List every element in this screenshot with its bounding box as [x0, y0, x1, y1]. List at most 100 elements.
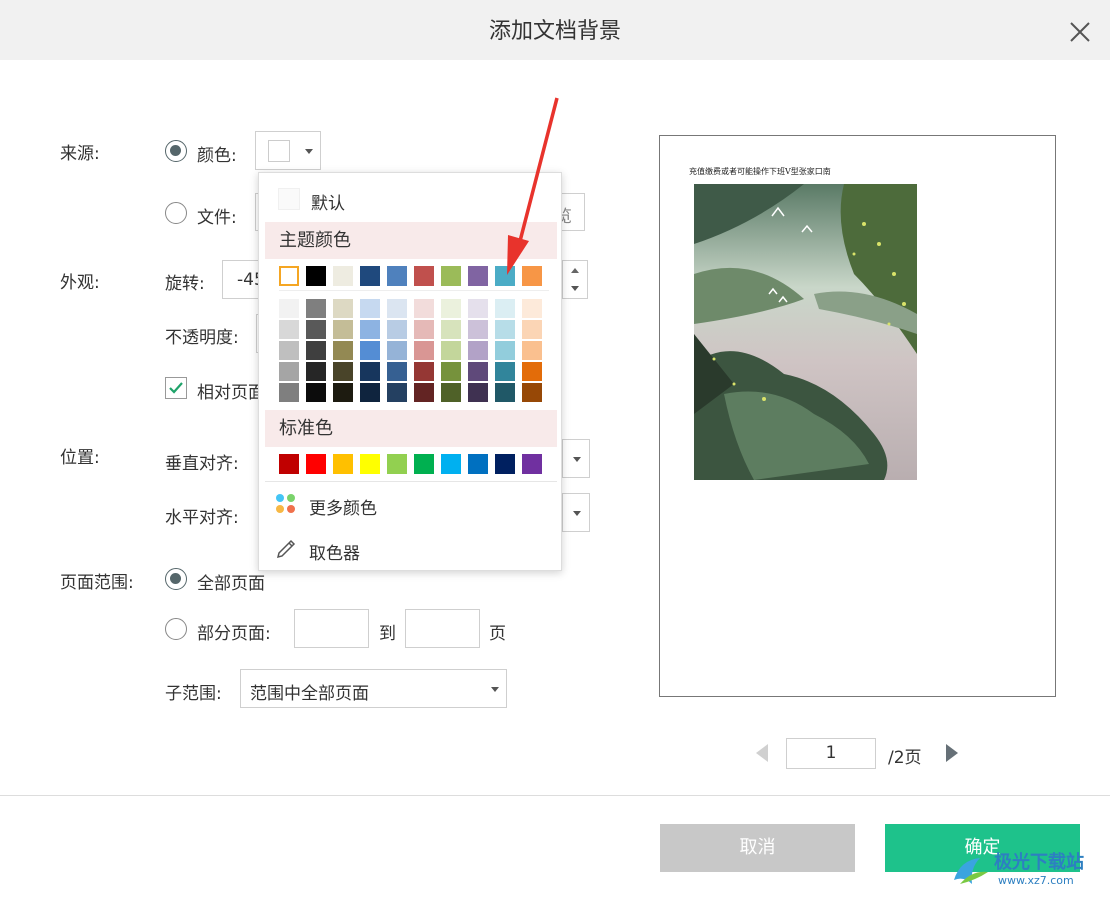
- tint-color-swatch[interactable]: [360, 320, 380, 339]
- tint-color-swatch[interactable]: [441, 320, 461, 339]
- theme-color-swatch[interactable]: [279, 266, 299, 286]
- prev-page-icon[interactable]: [756, 744, 768, 762]
- tint-color-swatch[interactable]: [495, 320, 515, 339]
- theme-color-swatch[interactable]: [414, 266, 434, 286]
- page-from-input[interactable]: [294, 609, 369, 648]
- tint-color-swatch[interactable]: [522, 362, 542, 381]
- tint-color-swatch[interactable]: [495, 383, 515, 402]
- tint-color-swatch[interactable]: [306, 341, 326, 360]
- tint-color-swatch[interactable]: [522, 341, 542, 360]
- standard-color-swatch[interactable]: [522, 454, 542, 474]
- tint-color-swatch[interactable]: [387, 383, 407, 402]
- watermark-logo: 极光下载站 www.xz7.com: [950, 846, 1110, 896]
- tint-color-swatch[interactable]: [414, 320, 434, 339]
- tint-color-swatch[interactable]: [495, 362, 515, 381]
- to-label: 到: [379, 624, 396, 644]
- tint-color-swatch[interactable]: [495, 341, 515, 360]
- rotate-input[interactable]: -45: [222, 260, 262, 299]
- eyedropper-item[interactable]: 取色器: [309, 539, 360, 564]
- tint-color-swatch[interactable]: [414, 383, 434, 402]
- tint-color-swatch[interactable]: [306, 383, 326, 402]
- page-number-input[interactable]: 1: [786, 738, 876, 769]
- tint-color-swatch[interactable]: [360, 362, 380, 381]
- standard-color-swatch[interactable]: [333, 454, 353, 474]
- tint-color-swatch[interactable]: [414, 341, 434, 360]
- tint-color-swatch[interactable]: [441, 362, 461, 381]
- tint-color-swatch[interactable]: [468, 320, 488, 339]
- tint-color-swatch[interactable]: [387, 341, 407, 360]
- dialog-title: 添加文档背景: [488, 19, 621, 44]
- tint-color-swatch[interactable]: [279, 383, 299, 402]
- color-radio[interactable]: [165, 140, 187, 162]
- rotate-stepper[interactable]: [562, 260, 588, 299]
- theme-color-swatch[interactable]: [468, 266, 488, 286]
- standard-color-swatch[interactable]: [468, 454, 488, 474]
- relative-page-checkbox[interactable]: [165, 377, 187, 399]
- subrange-dropdown[interactable]: 范围中全部页面: [240, 669, 507, 708]
- tint-color-swatch[interactable]: [441, 341, 461, 360]
- more-colors-item[interactable]: 更多颜色: [309, 494, 377, 519]
- theme-color-swatch[interactable]: [306, 266, 326, 286]
- tint-color-swatch[interactable]: [279, 341, 299, 360]
- tint-color-swatch[interactable]: [387, 320, 407, 339]
- tint-color-swatch[interactable]: [279, 320, 299, 339]
- tint-color-swatch[interactable]: [468, 383, 488, 402]
- tint-color-swatch[interactable]: [306, 320, 326, 339]
- standard-color-swatch[interactable]: [306, 454, 326, 474]
- page-to-input[interactable]: [405, 609, 480, 648]
- close-icon[interactable]: [1062, 14, 1098, 50]
- standard-color-swatch[interactable]: [414, 454, 434, 474]
- tint-color-swatch[interactable]: [468, 299, 488, 318]
- all-pages-label: 全部页面: [197, 574, 265, 594]
- tint-color-swatch[interactable]: [279, 362, 299, 381]
- tint-color-swatch[interactable]: [333, 383, 353, 402]
- tint-color-swatch[interactable]: [387, 362, 407, 381]
- tint-color-swatch[interactable]: [360, 299, 380, 318]
- tint-color-swatch[interactable]: [495, 299, 515, 318]
- tint-color-swatch[interactable]: [468, 362, 488, 381]
- all-pages-radio[interactable]: [165, 568, 187, 590]
- tint-color-swatch[interactable]: [414, 362, 434, 381]
- relative-page-label: 相对页面: [197, 383, 258, 403]
- tint-color-swatch[interactable]: [360, 341, 380, 360]
- chevron-down-icon: [305, 149, 313, 154]
- stepper-down-icon[interactable]: [571, 286, 579, 291]
- default-color-label[interactable]: 默认: [311, 189, 345, 214]
- tint-color-swatch[interactable]: [306, 299, 326, 318]
- vertical-align-dropdown[interactable]: [562, 439, 590, 478]
- file-radio[interactable]: [165, 202, 187, 224]
- tint-color-swatch[interactable]: [360, 383, 380, 402]
- tint-color-swatch[interactable]: [414, 299, 434, 318]
- tint-color-swatch[interactable]: [333, 362, 353, 381]
- chevron-down-icon: [573, 457, 581, 462]
- theme-color-swatch[interactable]: [333, 266, 353, 286]
- tint-color-swatch[interactable]: [522, 299, 542, 318]
- standard-color-swatch[interactable]: [387, 454, 407, 474]
- tint-color-swatch[interactable]: [333, 299, 353, 318]
- standard-color-swatch[interactable]: [495, 454, 515, 474]
- standard-color-swatch[interactable]: [279, 454, 299, 474]
- default-color-swatch[interactable]: [278, 188, 300, 210]
- tint-color-swatch[interactable]: [279, 299, 299, 318]
- partial-pages-radio[interactable]: [165, 618, 187, 640]
- standard-color-swatch[interactable]: [441, 454, 461, 474]
- standard-color-swatch[interactable]: [360, 454, 380, 474]
- theme-color-swatch[interactable]: [360, 266, 380, 286]
- color-dropdown[interactable]: [255, 131, 321, 170]
- theme-color-swatch[interactable]: [387, 266, 407, 286]
- horizontal-align-dropdown[interactable]: [562, 493, 590, 532]
- tint-color-swatch[interactable]: [468, 341, 488, 360]
- tint-color-swatch[interactable]: [306, 362, 326, 381]
- stepper-up-icon[interactable]: [571, 268, 579, 273]
- tint-color-swatch[interactable]: [333, 320, 353, 339]
- horizontal-align-label: 水平对齐:: [165, 508, 239, 528]
- theme-color-swatch[interactable]: [441, 266, 461, 286]
- tint-color-swatch[interactable]: [522, 383, 542, 402]
- next-page-icon[interactable]: [946, 744, 958, 762]
- cancel-button[interactable]: 取消: [660, 824, 855, 872]
- tint-color-swatch[interactable]: [333, 341, 353, 360]
- tint-color-swatch[interactable]: [441, 383, 461, 402]
- tint-color-swatch[interactable]: [522, 320, 542, 339]
- tint-color-swatch[interactable]: [441, 299, 461, 318]
- tint-color-swatch[interactable]: [387, 299, 407, 318]
